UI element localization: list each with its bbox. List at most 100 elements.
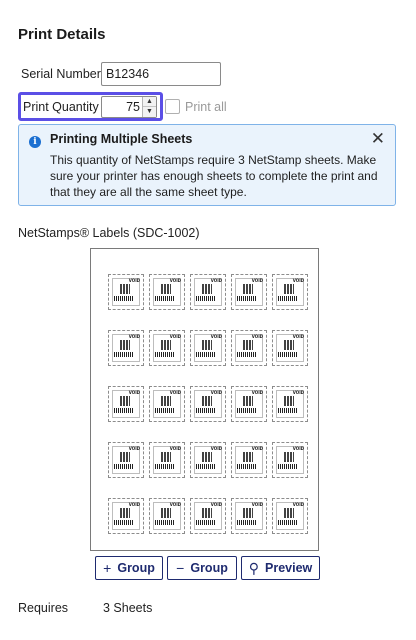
add-group-button[interactable]: + Group (95, 556, 163, 580)
stamp-indicia-icon (114, 352, 134, 357)
stamp-barcode-icon (243, 452, 253, 462)
stamp-label: VOID (272, 498, 308, 534)
stamp-indicia-icon (155, 296, 175, 301)
stamp-indicia-icon (237, 464, 257, 469)
stepper-up-icon[interactable]: ▲ (143, 96, 156, 106)
stepper-down-icon[interactable]: ▼ (143, 106, 156, 117)
stamp-indicia-icon (196, 464, 216, 469)
remove-group-button[interactable]: − Group (167, 556, 237, 580)
stamp-barcode-icon (161, 284, 171, 294)
stamp-barcode-icon (202, 396, 212, 406)
stamp-label: VOID (108, 386, 144, 422)
serial-number-label: Serial Number (21, 67, 101, 81)
panel-title: Print Details (18, 26, 106, 43)
stamp-void-text: VOID (292, 502, 304, 507)
quantity-stepper[interactable]: ▲ ▼ (142, 96, 156, 117)
stamp-barcode-icon (202, 284, 212, 294)
stamp-void-text: VOID (251, 446, 263, 451)
stamp-barcode-icon (284, 284, 294, 294)
stamp-barcode-icon (161, 396, 171, 406)
stamp-indicia-icon (114, 408, 134, 413)
multiple-sheets-alert: i Printing Multiple Sheets ✕ This quanti… (18, 124, 396, 206)
stamp-void-text: VOID (128, 446, 140, 451)
stamp-void-text: VOID (210, 446, 222, 451)
stamp-void-text: VOID (292, 446, 304, 451)
stamp-label: VOID (108, 330, 144, 366)
stamp-indicia-icon (114, 520, 134, 525)
stamp-label: VOID (149, 330, 185, 366)
sheet-type-label: NetStamps® Labels (SDC-1002) (18, 226, 200, 240)
stamp-void-text: VOID (210, 334, 222, 339)
stamp-label: VOID (108, 274, 144, 310)
stamp-barcode-icon (120, 340, 130, 350)
group-actions: + Group − Group ⚲ Preview (95, 556, 320, 580)
stamp-label: VOID (149, 274, 185, 310)
requires-summary: Requires 3 Sheets (18, 601, 152, 615)
alert-message: This quantity of NetStamps require 3 Net… (50, 153, 378, 199)
stamp-label: VOID (149, 386, 185, 422)
stamp-label: VOID (190, 274, 226, 310)
stamp-label: VOID (108, 442, 144, 478)
stamp-void-text: VOID (169, 446, 181, 451)
stamp-barcode-icon (161, 340, 171, 350)
stamp-indicia-icon (237, 408, 257, 413)
stamp-void-text: VOID (292, 278, 304, 283)
stamp-barcode-icon (161, 452, 171, 462)
stamp-barcode-icon (243, 396, 253, 406)
stamp-label: VOID (272, 274, 308, 310)
stamp-barcode-icon (161, 508, 171, 518)
stamp-label: VOID (272, 442, 308, 478)
stamp-barcode-icon (284, 508, 294, 518)
stamp-barcode-icon (120, 284, 130, 294)
stamp-void-text: VOID (128, 278, 140, 283)
info-icon: i (29, 136, 41, 148)
stamp-label: VOID (231, 442, 267, 478)
print-all-option[interactable]: Print all (165, 99, 227, 114)
serial-number-row: Serial Number (18, 62, 221, 86)
stamp-label: VOID (272, 330, 308, 366)
stamp-indicia-icon (278, 520, 298, 525)
stamp-indicia-icon (114, 464, 134, 469)
stamp-barcode-icon (243, 340, 253, 350)
stamp-indicia-icon (196, 408, 216, 413)
stamp-indicia-icon (278, 352, 298, 357)
print-all-checkbox[interactable] (165, 99, 180, 114)
remove-group-label: Group (190, 561, 228, 575)
stamp-indicia-icon (155, 520, 175, 525)
stamp-label: VOID (190, 386, 226, 422)
print-quantity-focus-outline: Print Quantity ▲ ▼ (18, 92, 163, 121)
stamp-indicia-icon (155, 352, 175, 357)
print-all-label: Print all (185, 99, 227, 114)
print-quantity-input[interactable] (102, 96, 142, 117)
close-icon[interactable]: ✕ (371, 129, 385, 149)
stamp-barcode-icon (284, 340, 294, 350)
plus-icon: + (103, 560, 112, 576)
stamp-void-text: VOID (128, 334, 140, 339)
stamp-void-text: VOID (210, 278, 222, 283)
stamp-barcode-icon (120, 396, 130, 406)
serial-number-input[interactable] (101, 62, 221, 86)
stamp-label: VOID (190, 498, 226, 534)
sheet-preview: VOID VOID VOID VOID VOID VOID VOID VOID VOID VOID… (90, 248, 319, 551)
stamp-label: VOID (231, 386, 267, 422)
stamp-barcode-icon (243, 508, 253, 518)
stamp-label: VOID (231, 330, 267, 366)
stamp-void-text: VOID (292, 334, 304, 339)
stamp-void-text: VOID (251, 390, 263, 395)
stamp-void-text: VOID (210, 390, 222, 395)
stamp-void-text: VOID (251, 334, 263, 339)
stamp-indicia-icon (196, 296, 216, 301)
preview-button[interactable]: ⚲ Preview (241, 556, 320, 580)
stamp-indicia-icon (237, 352, 257, 357)
stamp-label: VOID (190, 330, 226, 366)
search-icon: ⚲ (248, 559, 259, 576)
alert-title: Printing Multiple Sheets (50, 132, 193, 146)
stamp-label: VOID (149, 498, 185, 534)
stamp-indicia-icon (237, 520, 257, 525)
requires-value: 3 Sheets (103, 601, 153, 615)
stamp-void-text: VOID (169, 502, 181, 507)
stamp-indicia-icon (278, 408, 298, 413)
stamp-label: VOID (190, 442, 226, 478)
stamp-indicia-icon (155, 408, 175, 413)
stamp-barcode-icon (202, 452, 212, 462)
